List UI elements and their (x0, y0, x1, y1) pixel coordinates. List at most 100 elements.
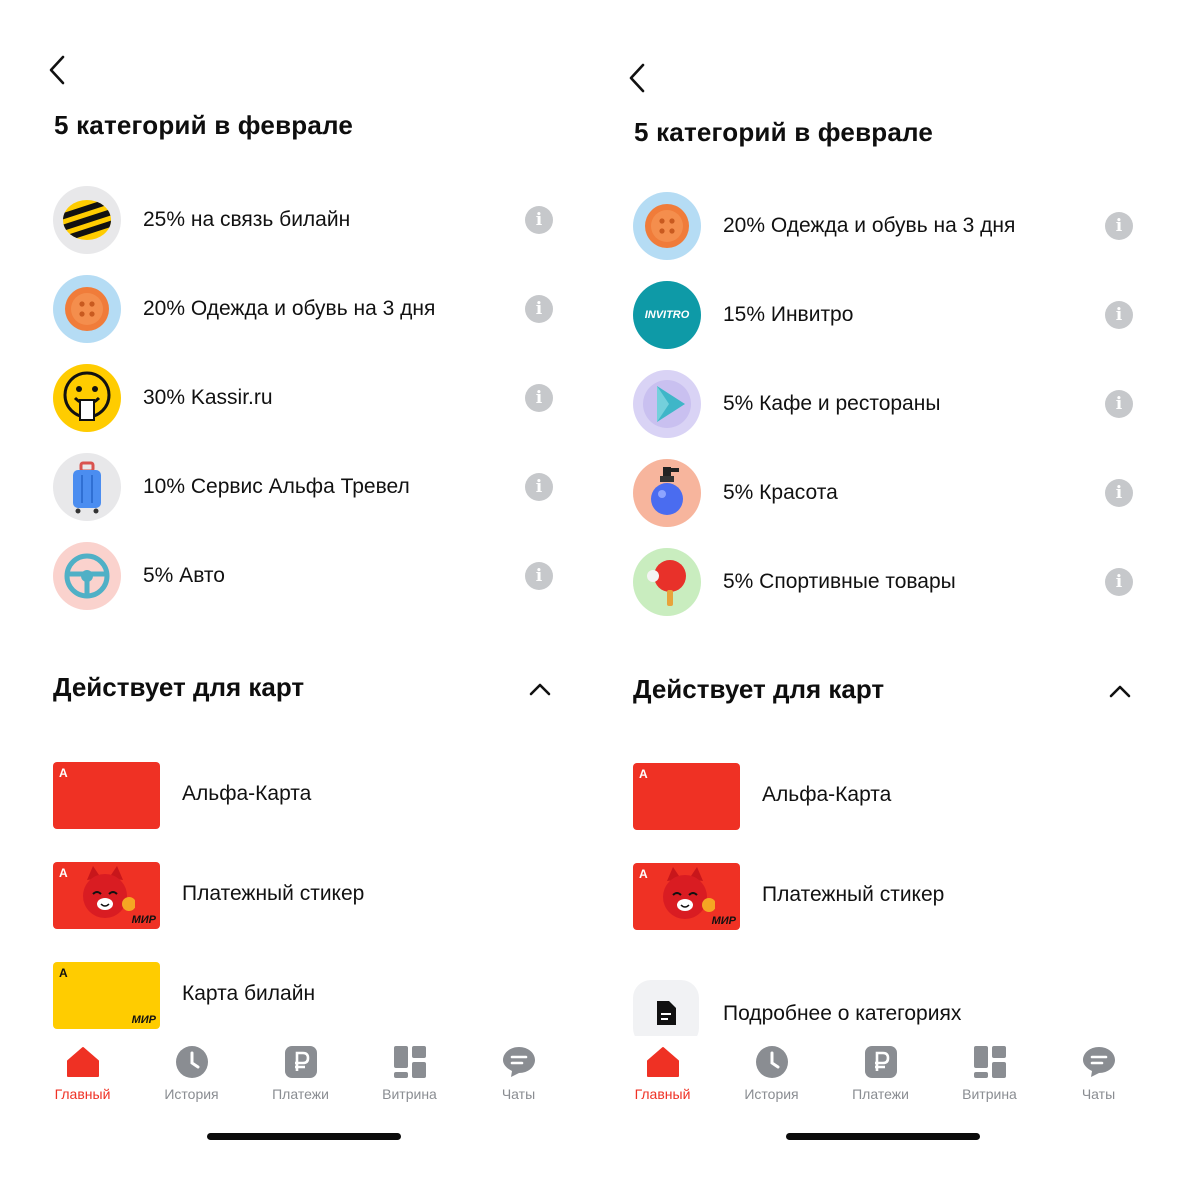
back-button[interactable] (42, 50, 72, 90)
category-label: 20% Одежда и обувь на 3 дня (143, 297, 436, 320)
lucky-cat-icon (83, 866, 135, 918)
card-label: Альфа-Карта (182, 782, 312, 805)
play-cafe-icon (633, 370, 701, 438)
category-item[interactable]: 10% Сервис Альфа Тревел i (53, 453, 553, 542)
category-label: 15% Инвитро (723, 303, 854, 326)
tab-chats[interactable]: Чаты (1044, 1036, 1153, 1116)
tab-home[interactable]: Главный (608, 1036, 717, 1116)
beeline-icon (53, 186, 121, 254)
category-item[interactable]: 20% Одежда и обувь на 3 дня i (53, 275, 553, 364)
clock-icon (754, 1044, 790, 1080)
card-label: Платежный стикер (182, 882, 365, 905)
card-item[interactable]: А Альфа-Карта (633, 763, 1133, 863)
tab-label: Витрина (382, 1086, 437, 1102)
section-title: Действует для карт (53, 672, 305, 702)
card-item[interactable]: А МИР Платежный стикер (633, 863, 1133, 963)
beeline-card-image: А МИР (53, 962, 160, 1029)
alfa-logo: А (639, 767, 648, 781)
perfume-bottle-icon (633, 459, 701, 527)
info-icon[interactable]: i (1105, 212, 1133, 240)
card-label: Платежный стикер (762, 883, 945, 906)
tab-label: Главный (634, 1086, 691, 1102)
tab-label: Платежи (272, 1086, 329, 1102)
category-item[interactable]: 5% Авто i (53, 542, 553, 631)
category-label: 20% Одежда и обувь на 3 дня (723, 214, 1016, 237)
home-indicator[interactable] (207, 1133, 401, 1140)
page-title: 5 категорий в феврале (54, 110, 354, 140)
card-list: А Альфа-Карта А МИР Платежный стикер (633, 763, 1133, 963)
page-title: 5 категорий в феврале (634, 117, 934, 147)
tab-showcase[interactable]: Витрина (935, 1036, 1044, 1116)
tab-payments[interactable]: Платежи (826, 1036, 935, 1116)
info-icon[interactable]: i (525, 384, 553, 412)
category-item[interactable]: 30% Kassir.ru i (53, 364, 553, 453)
tab-label: Чаты (1081, 1086, 1116, 1102)
alfa-card-image: А (53, 762, 160, 829)
info-icon[interactable]: i (1105, 301, 1133, 329)
tab-label: Платежи (852, 1086, 909, 1102)
alfa-card-image: А (633, 763, 740, 830)
sticker-card-image: А МИР (53, 862, 160, 929)
mir-logo: МИР (131, 1014, 156, 1026)
info-icon[interactable]: i (525, 206, 553, 234)
tab-chats[interactable]: Чаты (464, 1036, 573, 1116)
chevron-left-icon (629, 63, 645, 93)
card-label: Карта билайн (182, 982, 316, 1005)
tab-showcase[interactable]: Витрина (355, 1036, 464, 1116)
home-indicator[interactable] (786, 1133, 980, 1140)
category-label: 5% Кафе и рестораны (723, 392, 941, 415)
section-title: Действует для карт (633, 674, 885, 704)
info-icon[interactable]: i (1105, 479, 1133, 507)
category-label: 5% Спортивные товары (723, 570, 956, 593)
suitcase-icon (53, 453, 121, 521)
tab-label: Чаты (501, 1086, 536, 1102)
category-item[interactable]: 25% на связь билайн i (53, 186, 553, 275)
home-icon (645, 1044, 681, 1080)
collapse-button[interactable] (527, 676, 553, 702)
tab-payments[interactable]: Платежи (246, 1036, 355, 1116)
card-item[interactable]: А МИР Платежный стикер (53, 862, 553, 962)
category-item[interactable]: INVITRO 15% Инвитро i (633, 281, 1133, 370)
button-clothing-icon (633, 192, 701, 260)
chevron-left-icon (49, 55, 65, 85)
category-list: 25% на связь билайн i 20% Одежда и обувь… (53, 186, 553, 631)
category-item[interactable]: 20% Одежда и обувь на 3 дня i (633, 192, 1133, 281)
smiley-ticket-icon (53, 364, 121, 432)
mir-logo: МИР (711, 915, 736, 927)
card-label: Альфа-Карта (762, 783, 892, 806)
tab-label: Главный (54, 1086, 111, 1102)
back-button[interactable] (622, 58, 652, 98)
category-item[interactable]: 5% Красота i (633, 459, 1133, 548)
card-item[interactable]: А Альфа-Карта (53, 762, 553, 862)
showcase-grid-icon (972, 1044, 1008, 1080)
ruble-icon (863, 1044, 899, 1080)
lucky-cat-icon (663, 867, 715, 919)
clock-icon (174, 1044, 210, 1080)
info-icon[interactable]: i (525, 473, 553, 501)
invitro-logo-text: INVITRO (644, 309, 690, 321)
chat-bubble-icon (1081, 1044, 1117, 1080)
cards-section-header: Действует для карт (53, 672, 553, 703)
more-label: Подробнее о категориях (723, 1002, 962, 1025)
chevron-up-icon (1109, 685, 1131, 698)
cards-section-header: Действует для карт (633, 674, 1133, 705)
info-icon[interactable]: i (525, 295, 553, 323)
category-item[interactable]: 5% Спортивные товары i (633, 548, 1133, 637)
tab-home[interactable]: Главный (28, 1036, 137, 1116)
tab-history[interactable]: История (717, 1036, 826, 1116)
collapse-button[interactable] (1107, 678, 1133, 704)
mir-logo: МИР (131, 914, 156, 926)
tab-label: История (164, 1086, 219, 1102)
category-item[interactable]: 5% Кафе и рестораны i (633, 370, 1133, 459)
category-label: 5% Авто (143, 564, 225, 587)
alfa-logo: А (59, 766, 68, 780)
info-icon[interactable]: i (525, 562, 553, 590)
info-icon[interactable]: i (1105, 568, 1133, 596)
category-label: 5% Красота (723, 481, 838, 504)
chevron-up-icon (529, 683, 551, 696)
card-list: А Альфа-Карта А МИР Платежный стикер А М… (53, 762, 553, 1062)
info-icon[interactable]: i (1105, 390, 1133, 418)
showcase-grid-icon (392, 1044, 428, 1080)
tab-history[interactable]: История (137, 1036, 246, 1116)
invitro-icon: INVITRO (633, 281, 701, 349)
